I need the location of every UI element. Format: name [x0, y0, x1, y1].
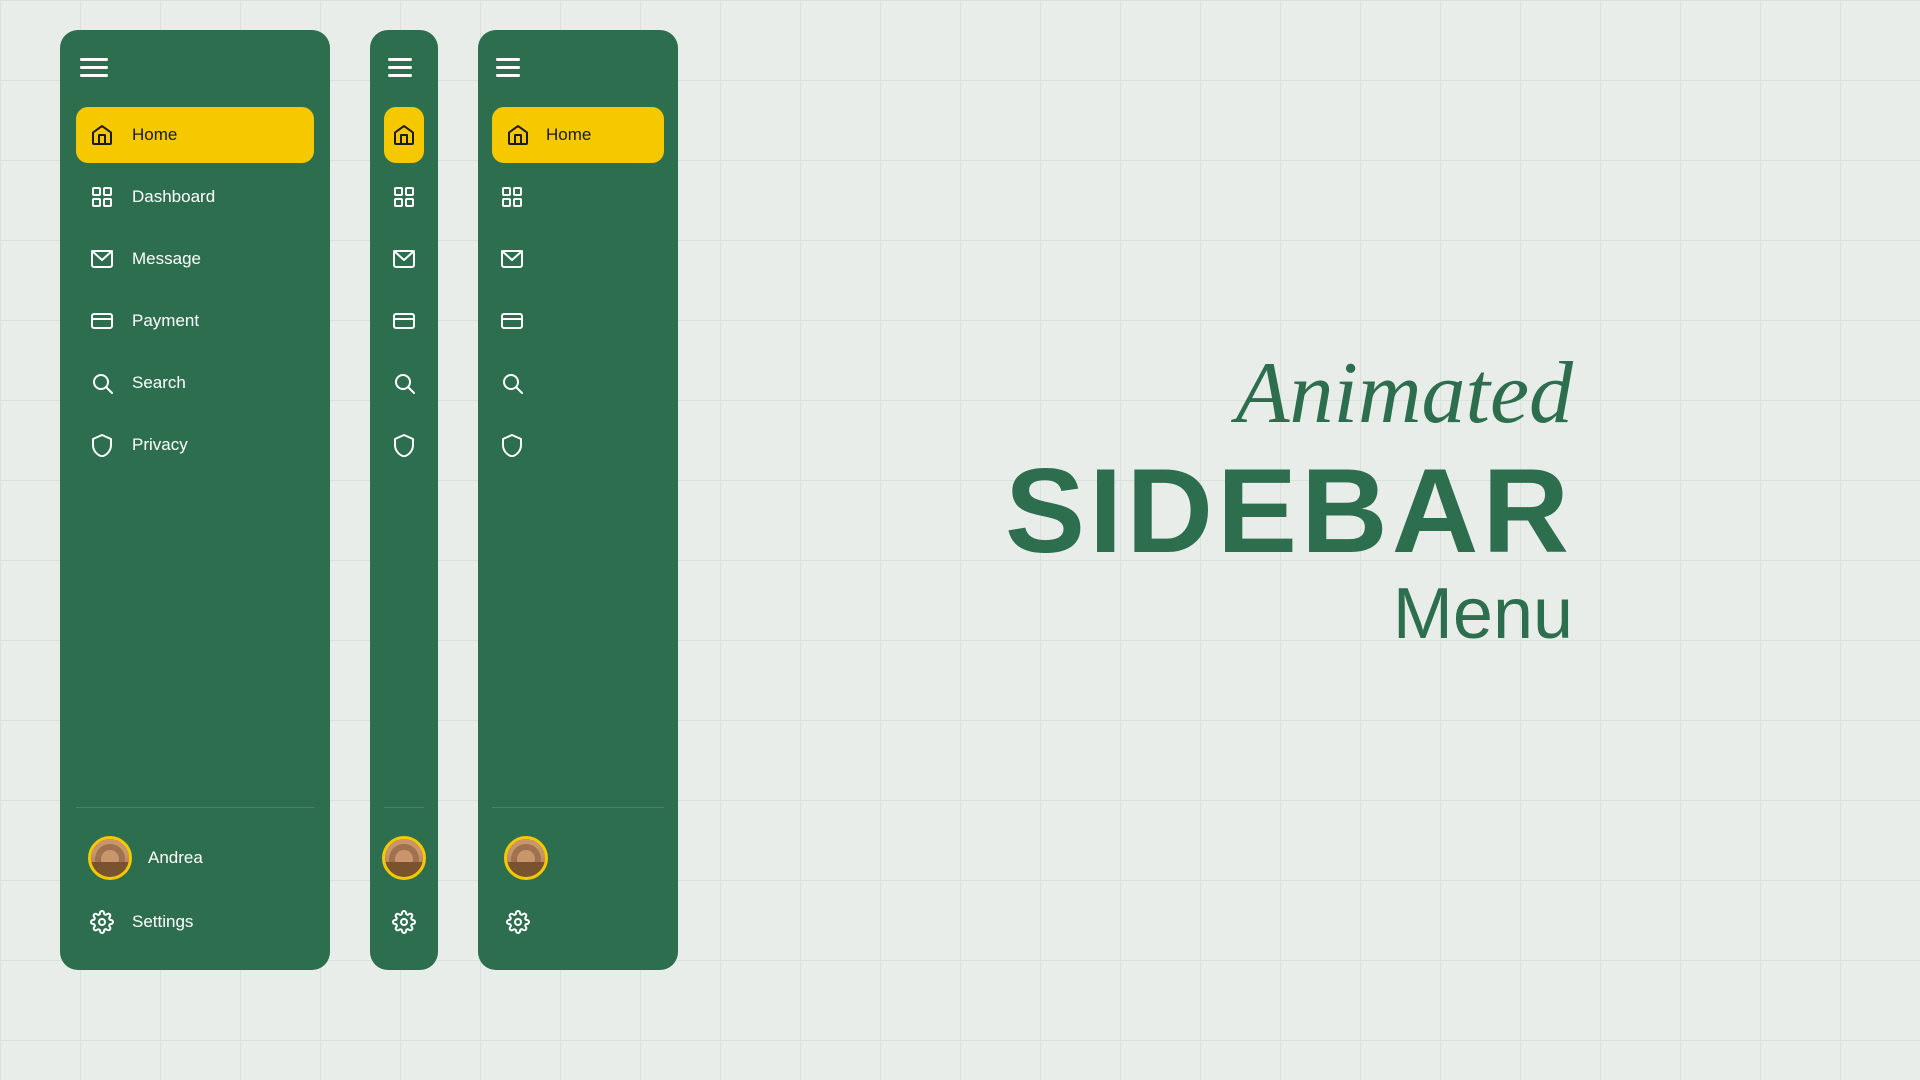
dashboard-icon	[88, 183, 116, 211]
message-icon-2	[390, 245, 418, 273]
nav-item-home[interactable]: Home	[76, 107, 314, 163]
sidebar-bottom-3: Andrea Settings	[492, 797, 664, 946]
hero-title: Animated SIDEBAR Menu	[1005, 346, 1573, 654]
nav-item-search-3[interactable]: Search	[492, 355, 664, 411]
nav-item-privacy-2[interactable]	[384, 417, 424, 473]
user-profile[interactable]: Andrea	[76, 826, 314, 890]
nav-item-payment-2[interactable]	[384, 293, 424, 349]
settings-label: Settings	[132, 912, 193, 932]
divider-3	[492, 807, 664, 808]
sidebar-partial: Home Dashboard	[478, 30, 678, 970]
nav-label-search: Search	[132, 373, 186, 393]
settings-item-2[interactable]	[384, 898, 424, 946]
search-icon	[88, 369, 116, 397]
nav-label-home: Home	[132, 125, 177, 145]
nav-list-2	[384, 107, 424, 777]
user-profile-2[interactable]	[384, 826, 424, 890]
nav-label-privacy: Privacy	[132, 435, 188, 455]
nav-item-message-2[interactable]	[384, 231, 424, 287]
settings-item-3[interactable]: Settings	[492, 898, 664, 946]
nav-item-home-2[interactable]	[384, 107, 424, 163]
nav-list-3: Home Dashboard	[492, 107, 664, 777]
hamburger-button-3[interactable]	[492, 58, 664, 77]
settings-icon-2	[390, 908, 418, 936]
divider	[76, 807, 314, 808]
nav-item-dashboard[interactable]: Dashboard	[76, 169, 314, 225]
divider-2	[384, 807, 424, 808]
title-line3: Menu	[1005, 575, 1573, 654]
avatar-3	[504, 836, 548, 880]
settings-item[interactable]: Settings	[76, 898, 314, 946]
nav-label-message: Message	[132, 249, 201, 269]
nav-label-payment: Payment	[132, 311, 199, 331]
dashboard-icon-3	[498, 183, 526, 211]
payment-icon-3	[498, 307, 526, 335]
hamburger-button-2[interactable]	[384, 58, 424, 77]
sidebar-bottom-2	[384, 797, 424, 946]
hamburger-button[interactable]	[76, 58, 314, 77]
avatar-2	[382, 836, 426, 880]
privacy-icon	[88, 431, 116, 459]
message-icon-3	[498, 245, 526, 273]
nav-item-home-3[interactable]: Home	[492, 107, 664, 163]
sidebar-full: Home Dashboard	[60, 30, 330, 970]
search-icon-2	[390, 369, 418, 397]
privacy-icon-3	[498, 431, 526, 459]
home-icon-2	[390, 121, 418, 149]
sidebar-bottom: Andrea Settings	[76, 797, 314, 946]
nav-list: Home Dashboard	[76, 107, 314, 777]
privacy-icon-2	[390, 431, 418, 459]
nav-item-payment-3[interactable]: Payment	[492, 293, 664, 349]
title-line1: Animated	[1005, 346, 1573, 443]
nav-item-dashboard-3[interactable]: Dashboard	[492, 169, 664, 225]
nav-item-message-3[interactable]: Message	[492, 231, 664, 287]
sidebar-icon-only	[370, 30, 438, 970]
title-line2: SIDEBAR	[1005, 451, 1573, 571]
nav-item-search[interactable]: Search	[76, 355, 314, 411]
payment-icon-2	[390, 307, 418, 335]
settings-icon-3	[504, 908, 532, 936]
nav-item-payment[interactable]: Payment	[76, 293, 314, 349]
dashboard-icon-2	[390, 183, 418, 211]
hero-text-section: Animated SIDEBAR Menu	[718, 30, 1860, 970]
home-icon	[88, 121, 116, 149]
nav-label-dashboard: Dashboard	[132, 187, 215, 207]
search-icon-3	[498, 369, 526, 397]
nav-item-dashboard-2[interactable]	[384, 169, 424, 225]
nav-item-privacy-3[interactable]: Privacy	[492, 417, 664, 473]
user-profile-3[interactable]: Andrea	[492, 826, 664, 890]
nav-item-message[interactable]: Message	[76, 231, 314, 287]
message-icon	[88, 245, 116, 273]
user-name: Andrea	[148, 848, 203, 868]
payment-icon	[88, 307, 116, 335]
avatar	[88, 836, 132, 880]
main-content: Home Dashboard	[0, 0, 1920, 1080]
nav-item-privacy[interactable]: Privacy	[76, 417, 314, 473]
home-icon-3	[504, 121, 532, 149]
nav-label-home-3: Home	[546, 125, 591, 145]
nav-item-search-2[interactable]	[384, 355, 424, 411]
settings-icon	[88, 908, 116, 936]
